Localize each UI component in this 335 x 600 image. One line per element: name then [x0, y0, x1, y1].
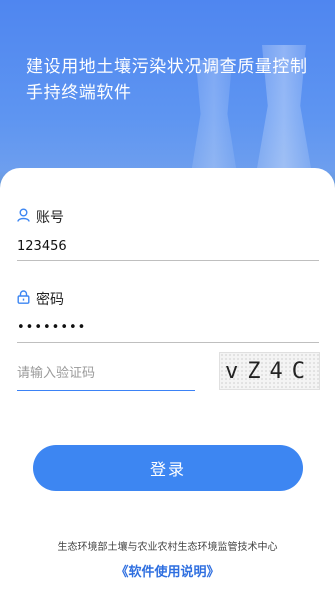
organization-text: 生态环境部土壤与农业农村生态环境监管技术中心 — [57, 542, 278, 553]
password-label: 密码 — [36, 292, 64, 308]
account-underline — [17, 260, 319, 261]
app-title: 建设用地土壤污染状况调查质量控制手持终端软件 — [26, 57, 308, 103]
captcha-image[interactable]: vZ4C — [219, 352, 320, 390]
password-input[interactable]: •••••••• — [17, 320, 86, 335]
account-label-row: 账号 — [17, 207, 64, 227]
login-button[interactable]: 登录 — [33, 445, 303, 491]
manual-link[interactable]: 《软件使用说明》 — [0, 561, 335, 580]
password-label-row: 密码 — [17, 289, 64, 309]
user-icon — [17, 208, 36, 226]
captcha-input[interactable] — [17, 356, 195, 391]
account-input[interactable]: 123456 — [17, 239, 67, 254]
password-underline — [17, 342, 319, 343]
lock-icon — [17, 290, 36, 308]
account-label: 账号 — [36, 210, 64, 226]
